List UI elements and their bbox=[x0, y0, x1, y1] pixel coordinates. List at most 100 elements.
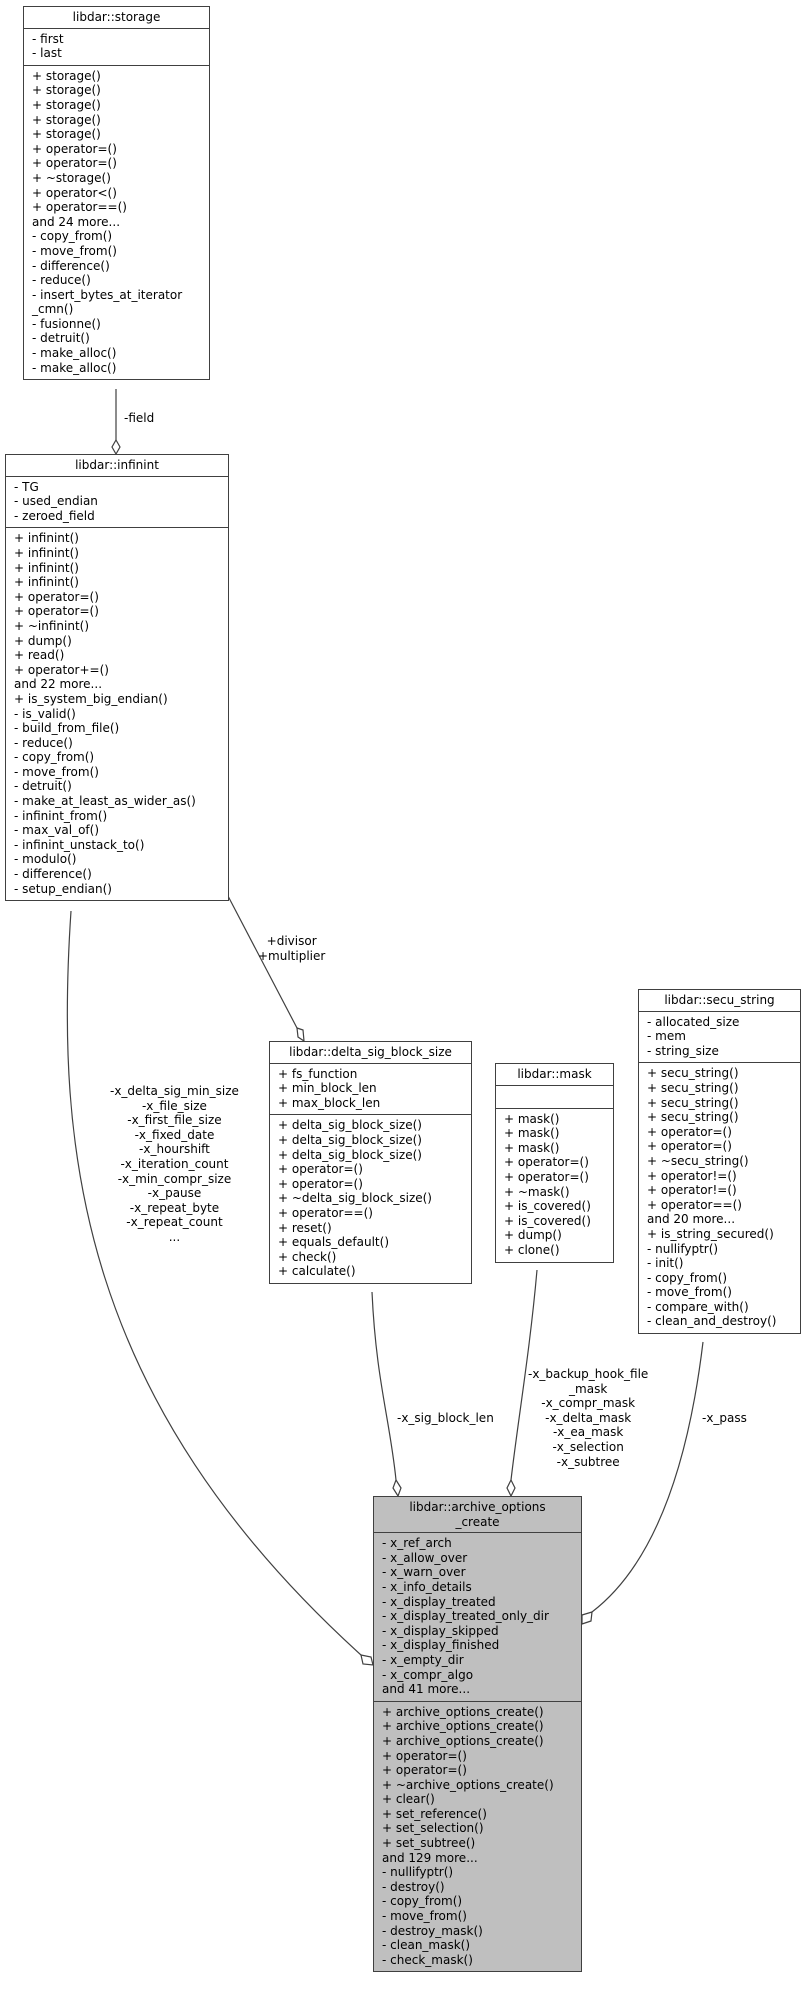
class-member: - copy_from() bbox=[382, 1894, 463, 1909]
class-title: libdar::mask bbox=[496, 1064, 613, 1086]
class-member: + operator<() bbox=[32, 185, 117, 200]
class-member: - build_from_file() bbox=[14, 721, 120, 736]
methods-section: + infinint() + infinint() + infinint() + in… bbox=[6, 527, 228, 900]
class-member: + set_subtree() bbox=[382, 1836, 476, 1851]
class-member: - move_from() bbox=[14, 764, 99, 779]
class-member: + infinint() bbox=[14, 531, 79, 546]
class-member: - detruit() bbox=[32, 331, 90, 346]
edge-label-line: -x_pass bbox=[702, 1411, 747, 1425]
class-title: libdar::storage bbox=[24, 7, 209, 29]
edge-label-line: -x_first_file_size bbox=[127, 1113, 222, 1128]
class-storage[interactable]: libdar::storage - first - last + storage(… bbox=[23, 6, 210, 381]
class-archive-options-create[interactable]: libdar::archive_options _create - x_ref_… bbox=[373, 1496, 582, 1973]
class-member: - make_alloc() bbox=[32, 346, 117, 361]
class-member: + mask() bbox=[504, 1140, 560, 1155]
edge-label-line: -x_backup_hook_file bbox=[528, 1367, 649, 1381]
edge-label-line: -x_hourshift bbox=[139, 1142, 210, 1157]
edge-label-pass: -x_pass bbox=[702, 1411, 747, 1426]
class-member: - x_display_finished bbox=[382, 1638, 500, 1653]
class-delta-sig-block-size[interactable]: libdar::delta_sig_block_size + fs_functi… bbox=[269, 1041, 472, 1284]
methods-section: + storage() + storage() + storage() + stora… bbox=[24, 64, 209, 379]
class-member: and 24 more... bbox=[32, 214, 121, 229]
class-member: + operator!=() bbox=[647, 1183, 737, 1198]
class-member: + operator=() bbox=[278, 1162, 363, 1177]
class-member: - is_valid() bbox=[14, 706, 76, 721]
class-mask[interactable]: libdar::mask + mask() + mask() + mask() + o… bbox=[495, 1063, 614, 1263]
class-member: - x_allow_over bbox=[382, 1550, 468, 1565]
class-member: - nullifyptr() bbox=[382, 1865, 454, 1880]
attributes-section: - allocated_size - mem - string_size bbox=[639, 1012, 800, 1063]
attributes-section: - first - last bbox=[24, 29, 209, 65]
aggregation-diamond-infinint bbox=[111, 438, 121, 456]
class-secu-string[interactable]: libdar::secu_string - allocated_size - me… bbox=[638, 989, 801, 1335]
class-member: - copy_from() bbox=[14, 750, 95, 765]
class-member: + operator=() bbox=[14, 589, 99, 604]
class-member: + storage() bbox=[32, 68, 101, 83]
edge-label-line: -x_min_compr_size bbox=[117, 1171, 232, 1186]
class-member: + operator=() bbox=[278, 1176, 363, 1191]
class-member: + check() bbox=[278, 1249, 337, 1264]
edge-label-line: -x_repeat_count bbox=[126, 1215, 223, 1230]
class-member: + operator=() bbox=[14, 604, 99, 619]
class-member: - compare_with() bbox=[647, 1299, 749, 1314]
class-member: + infinint() bbox=[14, 545, 79, 560]
class-member: + calculate() bbox=[278, 1264, 356, 1279]
class-member: - move_from() bbox=[382, 1909, 467, 1924]
class-member: - TG bbox=[14, 479, 39, 494]
class-member: + operator=() bbox=[504, 1155, 589, 1170]
methods-section: + secu_string() + secu_string() + secu_str… bbox=[639, 1062, 800, 1333]
class-member: + storage() bbox=[32, 112, 101, 127]
edge-label-infinint-members: -x_delta_sig_min_size -x_file_size -x_fi… bbox=[110, 1084, 239, 1245]
edge-label-line: -x_selection bbox=[552, 1439, 624, 1454]
class-member: + archive_options_create() bbox=[382, 1733, 544, 1748]
class-member: + is_covered() bbox=[504, 1199, 591, 1214]
class-member: + operator==() bbox=[647, 1197, 742, 1212]
class-member: + ~storage() bbox=[32, 170, 111, 185]
class-member: - destroy() bbox=[382, 1879, 445, 1894]
class-member: + operator=() bbox=[382, 1763, 467, 1778]
class-member: + mask() bbox=[504, 1111, 560, 1126]
class-member: + ~infinint() bbox=[14, 618, 90, 633]
edge-label-line: _mask bbox=[569, 1381, 608, 1396]
edge-label-line: -x_repeat_byte bbox=[129, 1200, 220, 1215]
class-title: libdar::delta_sig_block_size bbox=[270, 1042, 471, 1064]
class-member: + is_string_secured() bbox=[647, 1226, 774, 1241]
class-member: - infinint_unstack_to() bbox=[14, 837, 145, 852]
class-member: + operator==() bbox=[32, 200, 127, 215]
class-member: - mem bbox=[647, 1029, 686, 1044]
edge-label-line: -x_ea_mask bbox=[552, 1425, 624, 1440]
methods-section: + delta_sig_block_size() + delta_sig_bloc… bbox=[270, 1114, 471, 1283]
edge-label-line: -x_file_size bbox=[141, 1098, 207, 1113]
class-member: - copy_from() bbox=[32, 229, 113, 244]
class-member: - used_endian bbox=[14, 494, 98, 509]
class-member: - difference() bbox=[14, 867, 92, 882]
class-member: - make_at_least_as_wider_as() bbox=[14, 794, 196, 809]
class-member: - x_ref_arch bbox=[382, 1536, 452, 1551]
class-member: + min_block_len bbox=[278, 1081, 377, 1096]
class-infinint[interactable]: libdar::infinint - TG - used_endian - zero… bbox=[5, 454, 229, 902]
class-member: - move_from() bbox=[32, 243, 117, 258]
class-member: - nullifyptr() bbox=[647, 1241, 719, 1256]
class-title-line: _create bbox=[455, 1514, 500, 1529]
class-member: - x_info_details bbox=[382, 1579, 472, 1594]
edge-label-divisor-multiplier: +divisor +multiplier bbox=[258, 934, 325, 963]
edge-label-line: ... bbox=[168, 1229, 181, 1244]
methods-section: + mask() + mask() + mask() + operator=() + o… bbox=[496, 1107, 613, 1262]
edge-delta-archive bbox=[371, 1291, 397, 1481]
class-member: + secu_string() bbox=[647, 1095, 739, 1110]
class-member: + ~mask() bbox=[504, 1184, 570, 1199]
class-member: + ~secu_string() bbox=[647, 1153, 749, 1168]
class-member: + operator==() bbox=[278, 1205, 373, 1220]
class-member: + max_block_len bbox=[278, 1095, 381, 1110]
class-member: - last bbox=[32, 46, 62, 61]
class-member: - difference() bbox=[32, 258, 110, 273]
class-member: - insert_bytes_at_iterator bbox=[32, 287, 183, 302]
class-member: - x_display_skipped bbox=[382, 1623, 499, 1638]
class-member: - clean_and_destroy() bbox=[647, 1314, 777, 1329]
class-member: + secu_string() bbox=[647, 1066, 739, 1081]
class-member: and 20 more... bbox=[647, 1212, 736, 1227]
class-member: + set_reference() bbox=[382, 1806, 487, 1821]
attributes-section: - TG - used_endian - zeroed_field bbox=[6, 477, 228, 528]
aggregation-diamond-delta bbox=[296, 1027, 305, 1043]
class-member: + clear() bbox=[382, 1792, 435, 1807]
